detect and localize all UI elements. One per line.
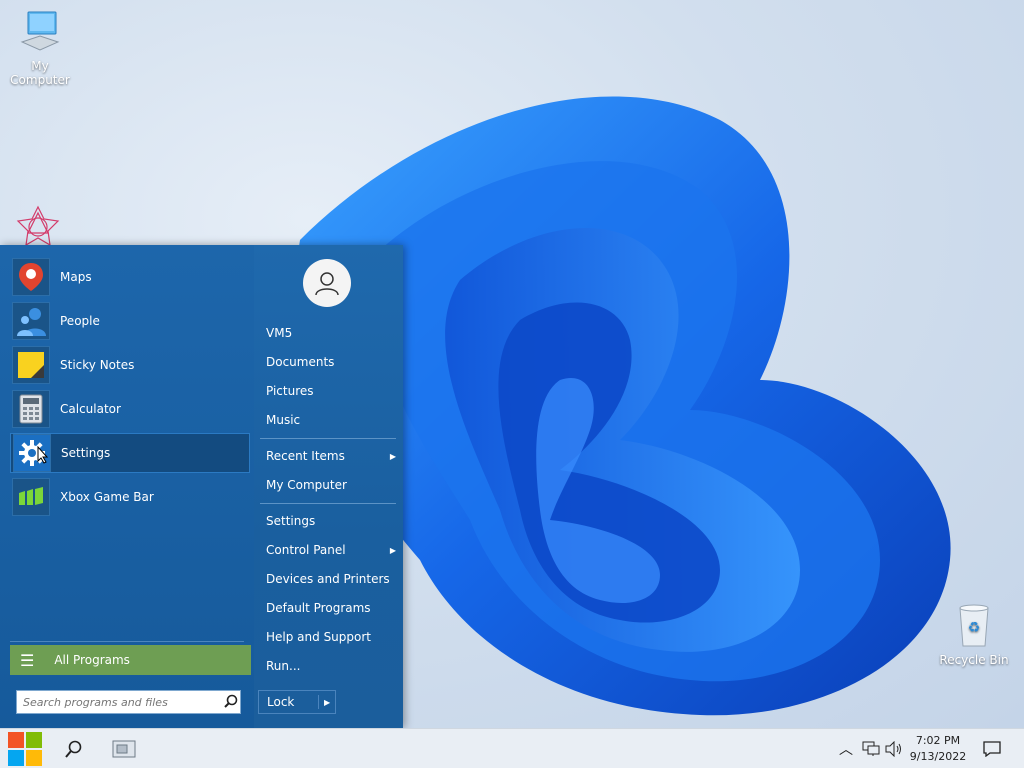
people-icon (12, 302, 50, 340)
pinned-label: Maps (60, 270, 92, 284)
pinned-people[interactable]: People (10, 301, 250, 341)
search-input[interactable] (21, 691, 220, 713)
desktop-icon-my-computer[interactable]: My Computer (0, 10, 80, 87)
menu-item-control-panel[interactable]: Control Panel ▶ (266, 539, 396, 561)
menu-item-help-and-support[interactable]: Help and Support (266, 626, 396, 648)
menu-item-label: Music (266, 413, 301, 427)
menu-item-devices-and-printers[interactable]: Devices and Printers (266, 568, 396, 590)
menu-item-label: Control Panel (266, 543, 346, 557)
taskbar: ︿ 7:02 PM 9/13/2022 (0, 728, 1024, 768)
pinned-xbox-game-bar[interactable]: Xbox Game Bar (10, 477, 250, 517)
computer-icon (0, 10, 80, 57)
task-view-icon (112, 740, 136, 757)
menu-item-pictures[interactable]: Pictures (266, 380, 396, 402)
pinned-label: Sticky Notes (60, 358, 135, 372)
recycle-bin-icon: ♻ (934, 602, 1014, 651)
windows-logo-icon (8, 731, 42, 766)
menu-item-label: Documents (266, 355, 335, 369)
search-icon[interactable] (224, 694, 238, 711)
menu-item-settings[interactable]: Settings (266, 510, 396, 532)
speaker-icon (885, 740, 901, 757)
start-menu-left-pane: Maps People Sticky Notes Calculator Sett… (0, 245, 254, 728)
xbox-game-bar-icon (12, 478, 50, 516)
notifications-button[interactable] (978, 729, 1006, 768)
divider (10, 641, 244, 642)
all-programs-button[interactable]: ☰ All Programs (10, 645, 251, 675)
network-icon (862, 741, 880, 756)
power-options-arrow-icon[interactable]: ▶ (319, 698, 335, 707)
menu-item-label: Default Programs (266, 601, 371, 615)
user-avatar[interactable] (303, 259, 351, 307)
pinned-label: Calculator (60, 402, 121, 416)
desktop-icon-recycle-bin[interactable]: ♻ Recycle Bin (934, 602, 1014, 667)
system-clock[interactable]: 7:02 PM 9/13/2022 (908, 733, 968, 765)
search-button[interactable] (58, 729, 90, 768)
svg-text:♻: ♻ (968, 620, 981, 636)
pinned-calculator[interactable]: Calculator (10, 389, 250, 429)
list-icon: ☰ (20, 650, 35, 670)
desktop-icon-label: Recycle Bin (939, 653, 1009, 667)
menu-item-music[interactable]: Music (266, 409, 396, 431)
sticky-notes-icon (12, 346, 50, 384)
clock-time: 7:02 PM (915, 734, 961, 747)
lock-button[interactable]: Lock (259, 695, 320, 709)
menu-item-run[interactable]: Run... (266, 655, 396, 677)
menu-item-label: Pictures (266, 384, 314, 398)
chevron-up-icon: ︿ (839, 741, 853, 758)
start-menu: Maps People Sticky Notes Calculator Sett… (0, 245, 403, 728)
divider (260, 503, 396, 504)
mouse-cursor-icon (37, 446, 49, 464)
pinned-sticky-notes[interactable]: Sticky Notes (10, 345, 250, 385)
submenu-arrow-icon: ▶ (389, 545, 396, 555)
volume-button[interactable] (884, 729, 904, 768)
menu-item-label: Help and Support (266, 630, 371, 644)
network-status[interactable] (860, 729, 882, 768)
all-programs-label: All Programs (54, 653, 130, 667)
menu-item-user[interactable]: VM5 (266, 322, 396, 344)
notification-icon (983, 740, 1001, 757)
clock-date: 9/13/2022 (909, 750, 967, 763)
menu-item-label: Settings (266, 514, 316, 528)
maps-icon (12, 258, 50, 296)
pinned-label: Settings (61, 446, 111, 460)
menu-item-label: VM5 (266, 326, 293, 340)
user-icon (315, 272, 339, 296)
task-view-button[interactable] (108, 729, 140, 768)
app-shortcut-icon[interactable] (14, 205, 62, 247)
submenu-arrow-icon: ▶ (389, 451, 396, 461)
desktop-icon-label: My Computer (10, 59, 70, 87)
show-hidden-icons-button[interactable]: ︿ (836, 729, 856, 768)
search-icon (65, 740, 82, 758)
menu-item-label: Devices and Printers (266, 572, 390, 586)
menu-item-label: Run... (266, 659, 301, 673)
pinned-label: People (60, 314, 100, 328)
calculator-icon (12, 390, 50, 428)
lock-button-group: Lock ▶ (258, 690, 336, 714)
pinned-maps[interactable]: Maps (10, 257, 250, 297)
pinned-label: Xbox Game Bar (60, 490, 154, 504)
start-menu-right-pane: VM5 Documents Pictures Music Recent Item… (254, 245, 403, 728)
divider (260, 438, 396, 439)
search-box (16, 690, 241, 714)
menu-item-my-computer[interactable]: My Computer (266, 474, 396, 496)
start-button[interactable] (4, 729, 46, 768)
menu-item-default-programs[interactable]: Default Programs (266, 597, 396, 619)
menu-item-label: Recent Items (266, 449, 345, 463)
menu-item-recent-items[interactable]: Recent Items ▶ (266, 445, 396, 467)
menu-item-label: My Computer (266, 478, 347, 492)
menu-item-documents[interactable]: Documents (266, 351, 396, 373)
